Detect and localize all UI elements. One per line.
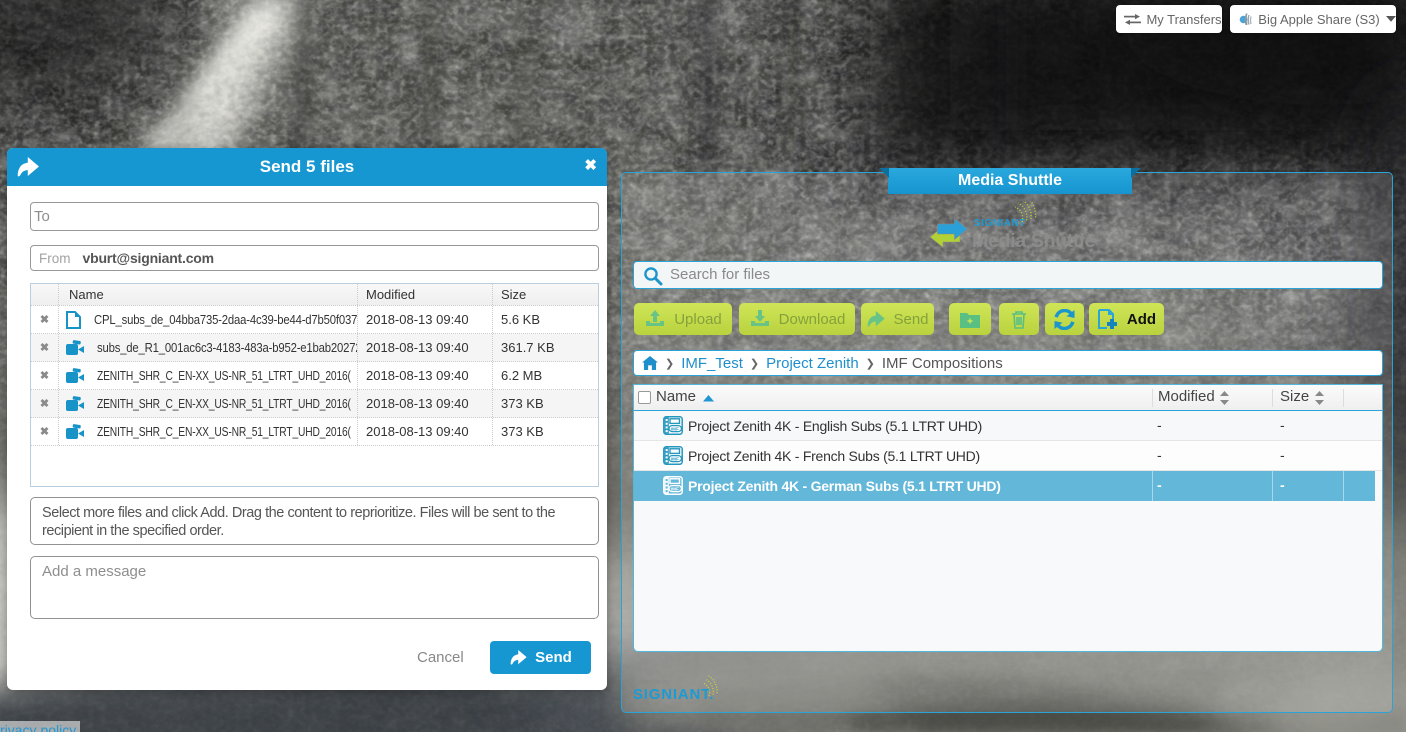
svg-text:Media Shuttle: Media Shuttle	[972, 230, 1095, 252]
svg-text:SIGNIANT.: SIGNIANT.	[633, 686, 714, 703]
svg-text:SIGNIANT: SIGNIANT	[974, 218, 1026, 229]
svg-text:IMF: IMF	[671, 456, 680, 461]
svg-text:IMF: IMF	[671, 486, 680, 491]
svg-text:powered by: powered by	[634, 679, 671, 686]
svg-text:IMF: IMF	[671, 426, 680, 431]
